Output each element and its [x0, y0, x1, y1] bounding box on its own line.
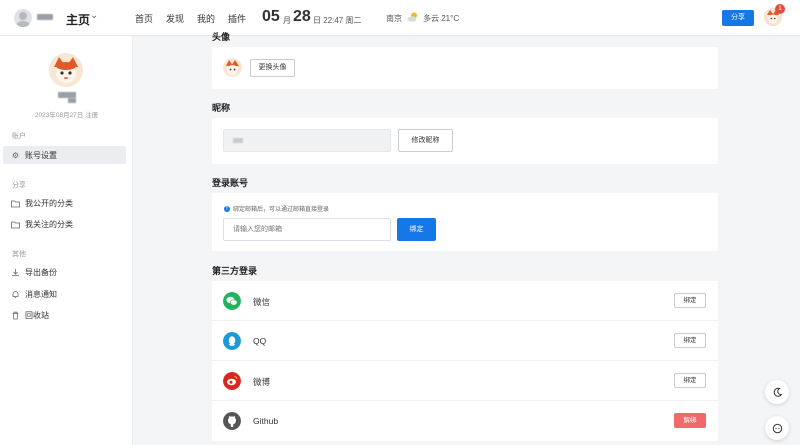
current-avatar — [223, 58, 242, 77]
folder-icon — [11, 200, 20, 207]
login-hint: ! 绑定邮箱后，可以通过邮箱直接登录 — [224, 204, 329, 213]
email-input[interactable] — [223, 218, 391, 241]
nickname-input[interactable] — [223, 129, 391, 152]
feedback-button[interactable] — [765, 416, 789, 440]
login-hint-text: 绑定邮箱后，可以通过邮箱直接登录 — [233, 207, 330, 213]
date-month: 05 — [262, 8, 280, 25]
profile-name-redacted — [58, 92, 76, 104]
nav-item-home[interactable]: 首页 — [135, 12, 153, 25]
weather-city: 南京 — [386, 14, 402, 23]
bell-icon — [12, 290, 19, 298]
sidebar-item-followed-categories[interactable]: 我关注的分类 — [3, 215, 126, 233]
cloudy-sun-icon — [407, 12, 417, 22]
avatar-card: 更换头像 — [212, 47, 718, 89]
trash-icon — [12, 311, 19, 319]
third-party-row-wechat: 微信 绑定 — [212, 281, 718, 321]
third-party-name: QQ — [253, 336, 267, 346]
dark-mode-button[interactable] — [765, 380, 789, 404]
gear-icon: ⚙ — [11, 150, 20, 160]
weather-text: 多云 21°C — [423, 14, 460, 23]
sidebar-item-export-backup[interactable]: 导出备份 — [3, 263, 126, 281]
top-bar: 主页 ⌄ 首页 发现 我的 插件 05 月 28 日 22:47 周二 南京 多… — [0, 0, 800, 36]
bind-email-button[interactable]: 绑定 — [397, 218, 436, 241]
info-icon: ! — [224, 205, 230, 212]
date-month-unit: 月 — [283, 16, 291, 25]
third-party-name: 微信 — [253, 297, 271, 307]
nickname-section-title: 昵称 — [212, 103, 231, 113]
bind-weibo-button[interactable]: 绑定 — [674, 373, 706, 388]
sidebar-item-label: 我公开的分类 — [25, 198, 73, 208]
section-label-account: 账户 — [12, 133, 26, 140]
sidebar-item-label: 账号设置 — [25, 150, 57, 160]
date-time-weekday: 日 22:47 周二 — [313, 16, 362, 25]
share-button[interactable]: 分享 — [722, 10, 754, 26]
third-party-row-weibo: 微博 绑定 — [212, 361, 718, 401]
sidebar-item-label: 回收站 — [25, 310, 49, 320]
avatar-image — [223, 58, 242, 77]
sidebar-item-label: 消息通知 — [25, 289, 57, 299]
bind-qq-button[interactable]: 绑定 — [674, 333, 706, 348]
sidebar-item-notifications[interactable]: 消息通知 — [3, 285, 126, 303]
sidebar: 2023年08月27日 注册 账户 ⚙ 账号设置 分享 我公开的分类 我关注的分… — [0, 36, 133, 445]
nickname-card: 修改昵称 — [212, 118, 718, 164]
user-avatar[interactable] — [14, 9, 32, 27]
section-label-other: 其他 — [12, 251, 26, 258]
register-date: 2023年08月27日 注册 — [34, 112, 99, 119]
moon-icon — [773, 387, 783, 397]
bind-wechat-button[interactable]: 绑定 — [674, 293, 706, 308]
avatar-image — [49, 53, 83, 87]
sidebar-item-trash[interactable]: 回收站 — [3, 306, 126, 324]
nav-item-mine[interactable]: 我的 — [197, 12, 215, 25]
change-nickname-button[interactable]: 修改昵称 — [398, 129, 453, 152]
weibo-icon — [223, 372, 241, 390]
login-section-title: 登录账号 — [212, 178, 249, 188]
home-title[interactable]: 主页 — [66, 11, 90, 28]
nav-item-discover[interactable]: 发现 — [166, 12, 184, 25]
main-nav: 首页 发现 我的 插件 — [135, 12, 259, 25]
sidebar-item-public-categories[interactable]: 我公开的分类 — [3, 194, 126, 212]
nickname-redacted — [233, 138, 243, 143]
chevron-down-icon[interactable]: ⌄ — [90, 10, 98, 21]
third-party-name: 微博 — [253, 377, 271, 387]
username-redacted — [37, 14, 53, 20]
chat-icon — [772, 423, 782, 433]
third-party-section-title: 第三方登录 — [212, 266, 258, 276]
third-party-name: Github — [253, 416, 279, 426]
third-party-row-github: Github 解绑 — [212, 401, 718, 441]
qq-icon — [223, 332, 241, 350]
wechat-icon — [223, 292, 241, 310]
change-avatar-button[interactable]: 更换头像 — [250, 59, 295, 77]
notification-badge: 1 — [775, 4, 785, 14]
avatar-section-title: 头像 — [212, 32, 231, 42]
sidebar-item-label: 我关注的分类 — [25, 219, 73, 229]
profile-avatar[interactable] — [49, 53, 83, 87]
download-icon — [12, 268, 19, 276]
sidebar-item-label: 导出备份 — [25, 267, 57, 277]
nav-item-plugins[interactable]: 插件 — [228, 12, 246, 25]
unbind-github-button[interactable]: 解绑 — [674, 413, 706, 428]
folder-icon — [11, 221, 20, 228]
third-party-row-qq: QQ 绑定 — [212, 321, 718, 361]
section-label-share: 分享 — [12, 182, 26, 189]
github-icon — [223, 412, 241, 430]
sidebar-item-account-settings[interactable]: ⚙ 账号设置 — [3, 146, 126, 164]
date-day: 28 — [293, 8, 311, 25]
